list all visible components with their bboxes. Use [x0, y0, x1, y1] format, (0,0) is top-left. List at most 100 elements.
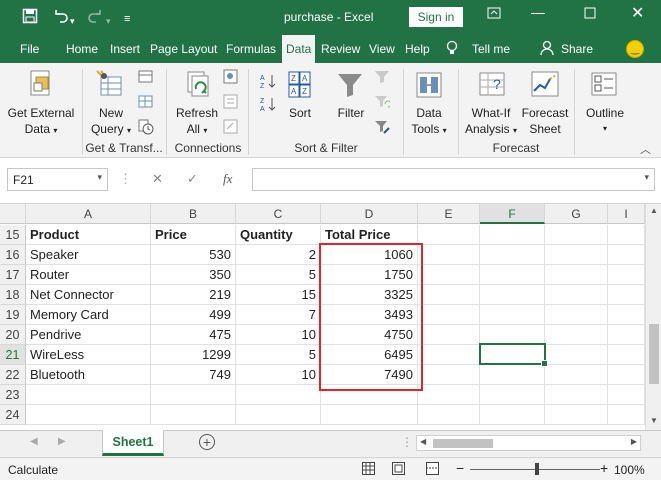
show-queries-icon[interactable]: [138, 69, 154, 88]
prev-sheet-icon[interactable]: ◀: [30, 436, 38, 447]
table-cell[interactable]: [545, 245, 608, 265]
formula-input[interactable]: ▾: [252, 168, 655, 191]
properties-icon[interactable]: [223, 94, 239, 113]
from-table-icon[interactable]: [138, 94, 154, 113]
table-cell[interactable]: [418, 245, 480, 265]
table-cell[interactable]: Quantity: [236, 225, 321, 245]
column-header-e[interactable]: E: [418, 204, 480, 224]
name-box[interactable]: F21 ▾: [7, 168, 108, 191]
zoom-slider-thumb[interactable]: [535, 463, 539, 475]
enter-icon[interactable]: ✓: [187, 171, 198, 187]
table-cell[interactable]: [608, 305, 645, 325]
zoom-level[interactable]: 100%: [614, 463, 645, 477]
table-cell[interactable]: [418, 265, 480, 285]
table-cell[interactable]: [545, 325, 608, 345]
column-header-f[interactable]: F: [480, 204, 545, 224]
refresh-all-button[interactable]: Refresh All ▾: [172, 105, 222, 139]
normal-view-icon[interactable]: [362, 462, 375, 478]
tab-formulas[interactable]: Formulas: [226, 42, 276, 56]
column-header-d[interactable]: D: [321, 204, 418, 224]
column-header-i[interactable]: I: [608, 204, 645, 224]
minimize-icon[interactable]: —: [531, 4, 545, 20]
table-cell[interactable]: [608, 225, 645, 245]
add-sheet-icon[interactable]: +: [199, 434, 215, 450]
zoom-in-button[interactable]: +: [600, 460, 608, 476]
horizontal-scrollbar[interactable]: ◀ ▶: [416, 435, 641, 451]
table-cell[interactable]: [151, 385, 236, 405]
row-header[interactable]: 24: [0, 405, 26, 425]
clear-filter-icon[interactable]: [374, 69, 390, 88]
row-header[interactable]: 17: [0, 265, 26, 285]
table-cell[interactable]: [418, 365, 480, 385]
tab-data[interactable]: Data: [282, 35, 316, 63]
next-sheet-icon[interactable]: ▶: [58, 436, 66, 447]
table-cell[interactable]: [608, 405, 645, 425]
sort-za-icon[interactable]: ZA: [258, 96, 282, 115]
worksheet-grid[interactable]: A B C D E F G I 15 Product Price Quantity To…: [0, 204, 661, 430]
table-cell[interactable]: Price: [151, 225, 236, 245]
table-cell[interactable]: [608, 365, 645, 385]
undo-icon[interactable]: [52, 8, 68, 29]
table-cell[interactable]: [608, 285, 645, 305]
collapse-ribbon-icon[interactable]: ︿: [640, 141, 651, 157]
tab-home[interactable]: Home: [66, 42, 98, 56]
connections-icon[interactable]: [223, 69, 239, 88]
table-cell[interactable]: Router: [26, 265, 151, 285]
zoom-out-button[interactable]: −: [456, 460, 464, 476]
insert-function-icon[interactable]: fx: [223, 171, 232, 187]
table-cell[interactable]: [26, 385, 151, 405]
table-cell[interactable]: [545, 225, 608, 245]
row-header[interactable]: 21: [0, 345, 26, 365]
forecast-sheet-button[interactable]: Forecast Sheet: [520, 105, 570, 137]
table-cell[interactable]: [608, 265, 645, 285]
table-cell[interactable]: [480, 285, 545, 305]
undo-dropdown-icon[interactable]: ▾: [70, 12, 75, 30]
table-cell[interactable]: 499: [151, 305, 236, 325]
table-cell[interactable]: [480, 405, 545, 425]
tab-insert[interactable]: Insert: [110, 42, 140, 56]
table-cell[interactable]: 2: [236, 245, 321, 265]
table-cell[interactable]: [418, 225, 480, 245]
sort-az-icon[interactable]: AZ: [258, 73, 282, 92]
smiley-feedback-icon[interactable]: [626, 40, 644, 58]
table-cell[interactable]: 10: [236, 365, 321, 385]
table-cell[interactable]: WireLess: [26, 345, 151, 365]
tell-me-search[interactable]: Tell me: [472, 42, 510, 56]
table-cell[interactable]: 15: [236, 285, 321, 305]
row-header[interactable]: 20: [0, 325, 26, 345]
tab-review[interactable]: Review: [321, 42, 360, 56]
table-cell[interactable]: [545, 265, 608, 285]
scroll-right-icon[interactable]: ▶: [631, 437, 637, 446]
table-cell[interactable]: 749: [151, 365, 236, 385]
table-cell[interactable]: [545, 365, 608, 385]
close-icon[interactable]: ✕: [631, 3, 644, 23]
table-cell[interactable]: 5: [236, 345, 321, 365]
table-cell[interactable]: Memory Card: [26, 305, 151, 325]
table-cell[interactable]: Pendrive: [26, 325, 151, 345]
scroll-down-icon[interactable]: ▼: [650, 416, 658, 425]
table-cell[interactable]: 219: [151, 285, 236, 305]
table-cell[interactable]: [545, 385, 608, 405]
row-header[interactable]: 18: [0, 285, 26, 305]
column-header-a[interactable]: A: [26, 204, 151, 224]
row-header[interactable]: 15: [0, 225, 26, 245]
tab-view[interactable]: View: [369, 42, 395, 56]
table-cell[interactable]: [608, 345, 645, 365]
row-header[interactable]: 22: [0, 365, 26, 385]
table-cell[interactable]: [236, 385, 321, 405]
row-header[interactable]: 23: [0, 385, 26, 405]
table-cell[interactable]: [608, 385, 645, 405]
table-cell[interactable]: Product: [26, 225, 151, 245]
active-cell-f21[interactable]: [479, 343, 548, 367]
sort-button[interactable]: Sort: [282, 105, 318, 121]
table-cell[interactable]: [480, 325, 545, 345]
table-cell[interactable]: [418, 285, 480, 305]
table-cell[interactable]: [545, 285, 608, 305]
what-if-analysis-button[interactable]: What-If Analysis ▾: [462, 105, 520, 139]
expand-formula-icon[interactable]: ▾: [644, 172, 649, 183]
column-header-g[interactable]: G: [545, 204, 608, 224]
table-cell[interactable]: [480, 225, 545, 245]
redo-icon[interactable]: [88, 8, 104, 29]
table-cell[interactable]: 10: [236, 325, 321, 345]
tab-page-layout[interactable]: Page Layout: [150, 42, 217, 56]
